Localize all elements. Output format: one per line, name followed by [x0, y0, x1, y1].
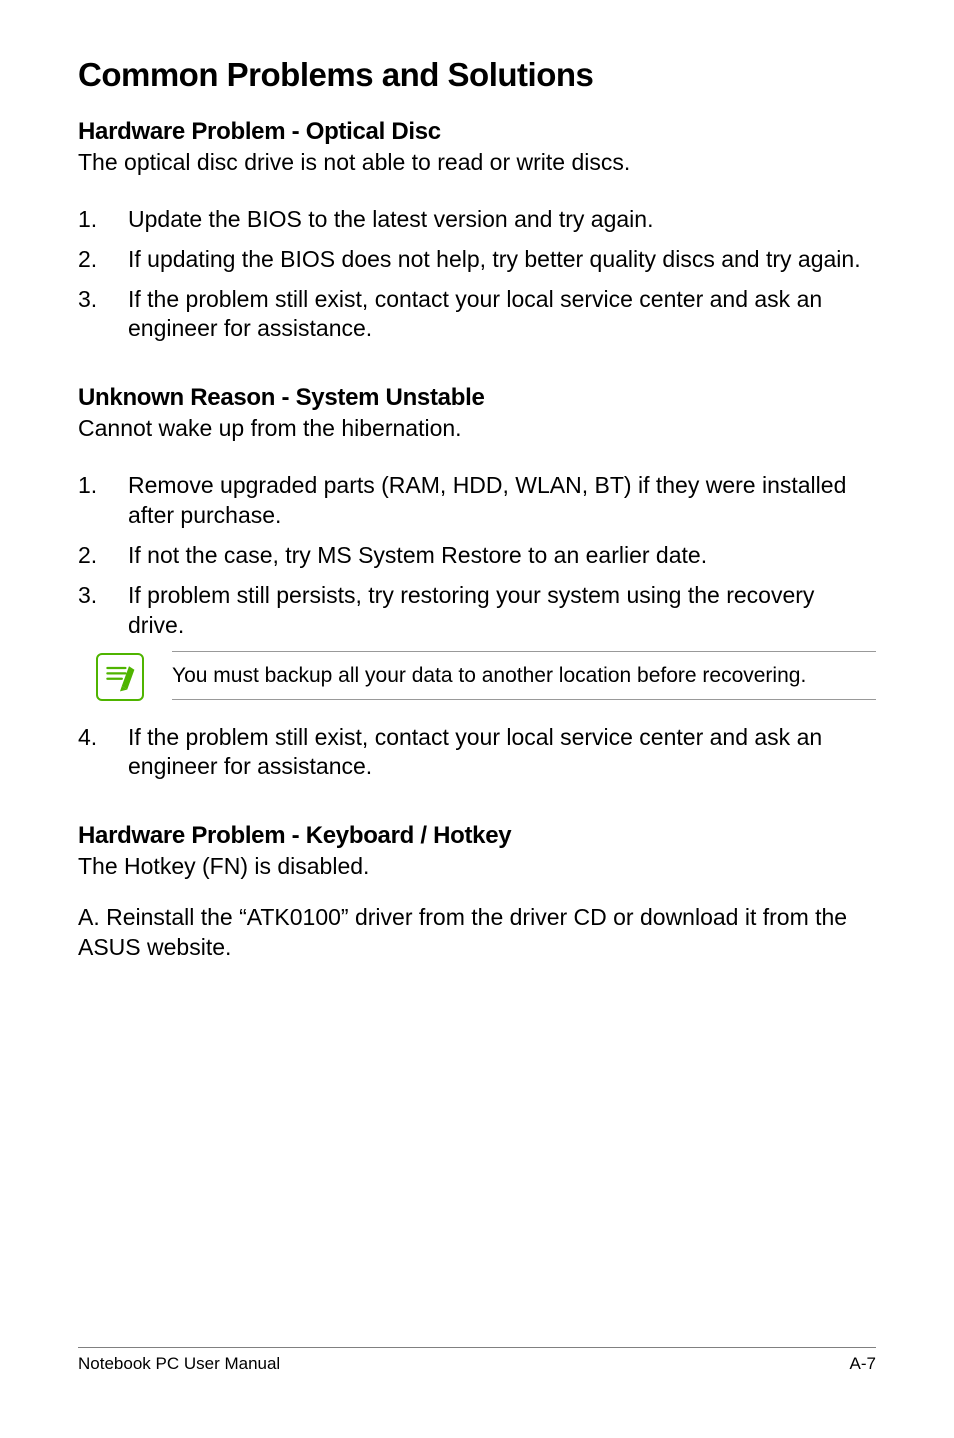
list-number: 4. [78, 723, 128, 783]
section-intro-optical-disc: The optical disc drive is not able to re… [78, 148, 876, 177]
section-heading-system-unstable: Unknown Reason - System Unstable [78, 384, 876, 412]
list-content: Update the BIOS to the latest version an… [128, 205, 876, 235]
note-text: You must backup all your data to another… [172, 662, 876, 689]
section-intro-system-unstable: Cannot wake up from the hibernation. [78, 414, 876, 443]
list-content: If not the case, try MS System Restore t… [128, 541, 876, 571]
list-item: 1. Update the BIOS to the latest version… [78, 205, 876, 235]
list-content: If problem still persists, try restoring… [128, 581, 876, 641]
list-item: 3. If problem still persists, try restor… [78, 581, 876, 641]
note-icon [96, 653, 144, 701]
list-content: If the problem still exist, contact your… [128, 285, 876, 345]
note-box: You must backup all your data to another… [96, 651, 876, 701]
list-item: 3. If the problem still exist, contact y… [78, 285, 876, 345]
section-heading-optical-disc: Hardware Problem - Optical Disc [78, 118, 876, 146]
list-content: If the problem still exist, contact your… [128, 723, 876, 783]
footer: Notebook PC User Manual A-7 [78, 1347, 876, 1374]
list-number: 3. [78, 285, 128, 345]
page-title: Common Problems and Solutions [78, 56, 876, 94]
list-item: 1. Remove upgraded parts (RAM, HDD, WLAN… [78, 471, 876, 531]
list-item: 2. If not the case, try MS System Restor… [78, 541, 876, 571]
list-optical-disc: 1. Update the BIOS to the latest version… [78, 205, 876, 345]
list-number: 1. [78, 471, 128, 531]
list-system-unstable-continued: 4. If the problem still exist, contact y… [78, 723, 876, 783]
list-item: 2. If updating the BIOS does not help, t… [78, 245, 876, 275]
list-content: If updating the BIOS does not help, try … [128, 245, 876, 275]
list-item: 4. If the problem still exist, contact y… [78, 723, 876, 783]
section-intro-keyboard-hotkey: The Hotkey (FN) is disabled. [78, 852, 876, 881]
list-number: 2. [78, 245, 128, 275]
footer-right: A-7 [850, 1354, 876, 1374]
list-number: 3. [78, 581, 128, 641]
list-number: 1. [78, 205, 128, 235]
list-system-unstable: 1. Remove upgraded parts (RAM, HDD, WLAN… [78, 471, 876, 640]
footer-left: Notebook PC User Manual [78, 1354, 280, 1374]
list-content: Remove upgraded parts (RAM, HDD, WLAN, B… [128, 471, 876, 531]
section-paragraph-keyboard-hotkey: A. Reinstall the “ATK0100” driver from t… [78, 903, 876, 963]
section-heading-keyboard-hotkey: Hardware Problem - Keyboard / Hotkey [78, 822, 876, 850]
note-content: You must backup all your data to another… [172, 651, 876, 700]
list-number: 2. [78, 541, 128, 571]
